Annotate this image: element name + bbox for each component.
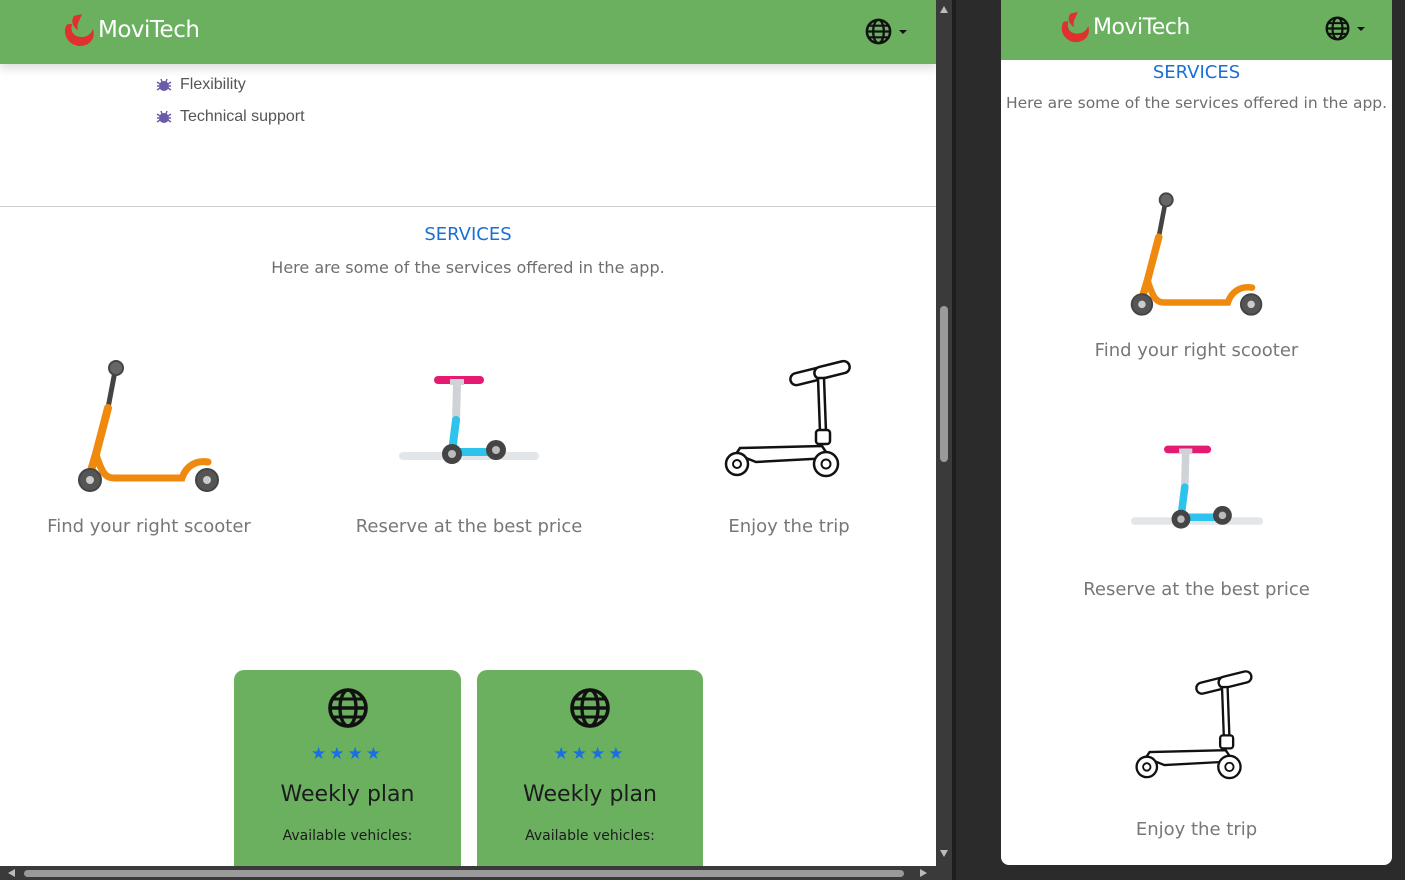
feature-label: Flexibility <box>180 76 246 93</box>
service-label: Find your right scooter <box>1094 340 1299 361</box>
outline-scooter-icon <box>1135 670 1253 780</box>
bug-icon <box>156 110 172 123</box>
language-dropdown-toggle[interactable] <box>1324 15 1365 42</box>
pane-divider[interactable] <box>952 0 956 880</box>
plan-card[interactable]: ★★★★ Weekly plan Available vehicles: <box>234 670 461 866</box>
feature-item: Technical support <box>156 108 305 126</box>
feature-item: Flexibility <box>156 76 246 94</box>
scrollbar-corner <box>936 866 952 880</box>
services-title: SERVICES <box>1152 62 1241 83</box>
scrollbar-thumb[interactable] <box>24 870 904 877</box>
globe-icon <box>327 688 368 728</box>
plan-subtitle: Available vehicles: <box>525 828 655 844</box>
services-title: SERVICES <box>424 224 512 245</box>
globe-icon <box>1325 16 1350 41</box>
navbar: MoviTech <box>0 0 936 64</box>
globe-icon <box>570 688 610 728</box>
orange-scooter-icon <box>1130 192 1263 316</box>
scroll-down-arrow-icon[interactable] <box>940 850 948 857</box>
feature-label: Technical support <box>180 108 305 125</box>
plan-card[interactable]: ★★★★ Weekly plan Available vehicles: <box>477 670 703 866</box>
star-rating: ★★★★ <box>311 744 384 764</box>
flame-logo-icon <box>1061 11 1089 43</box>
service-label: Find your right scooter <box>47 516 251 537</box>
services-subtitle: Here are some of the services offered in… <box>271 258 665 277</box>
navbar: MoviTech <box>1001 0 1392 60</box>
plan-title: Weekly plan <box>280 782 415 807</box>
star-rating: ★★★★ <box>553 744 627 764</box>
scrollbar-thumb[interactable] <box>940 306 948 462</box>
horizontal-scrollbar[interactable] <box>0 866 936 880</box>
language-dropdown-toggle[interactable] <box>864 17 907 46</box>
mobile-viewport: MoviTech SERVICES Here are some of the s… <box>1001 0 1392 865</box>
flame-logo-icon <box>64 14 94 46</box>
globe-icon <box>865 18 892 45</box>
bug-icon <box>156 78 172 91</box>
plan-subtitle: Available vehicles: <box>282 828 413 844</box>
service-label: Enjoy the trip <box>728 516 850 537</box>
blue-scooter-icon <box>399 376 539 464</box>
scroll-up-arrow-icon[interactable] <box>940 6 948 13</box>
chevron-down-icon <box>899 29 907 34</box>
brand-link[interactable]: MoviTech <box>1057 10 1190 44</box>
service-label: Enjoy the trip <box>1135 819 1258 840</box>
service-label: Reserve at the best price <box>1083 579 1310 600</box>
brand-name: MoviTech <box>1093 14 1190 40</box>
brand-name: MoviTech <box>98 17 200 43</box>
blue-scooter-icon <box>1131 445 1263 529</box>
vertical-scrollbar[interactable] <box>936 0 952 866</box>
plan-title: Weekly plan <box>523 782 657 807</box>
orange-scooter-icon <box>78 360 219 492</box>
scroll-left-arrow-icon[interactable] <box>8 869 15 877</box>
scroll-right-arrow-icon[interactable] <box>920 869 927 877</box>
brand-link[interactable]: MoviTech <box>60 12 200 48</box>
outline-scooter-icon <box>724 359 851 478</box>
desktop-viewport: MoviTech Flexibility Technical support S… <box>0 0 936 866</box>
chevron-down-icon <box>1357 26 1365 31</box>
services-subtitle: Here are some of the services offered in… <box>1005 94 1388 112</box>
service-label: Reserve at the best price <box>355 516 583 537</box>
section-divider <box>0 206 936 207</box>
